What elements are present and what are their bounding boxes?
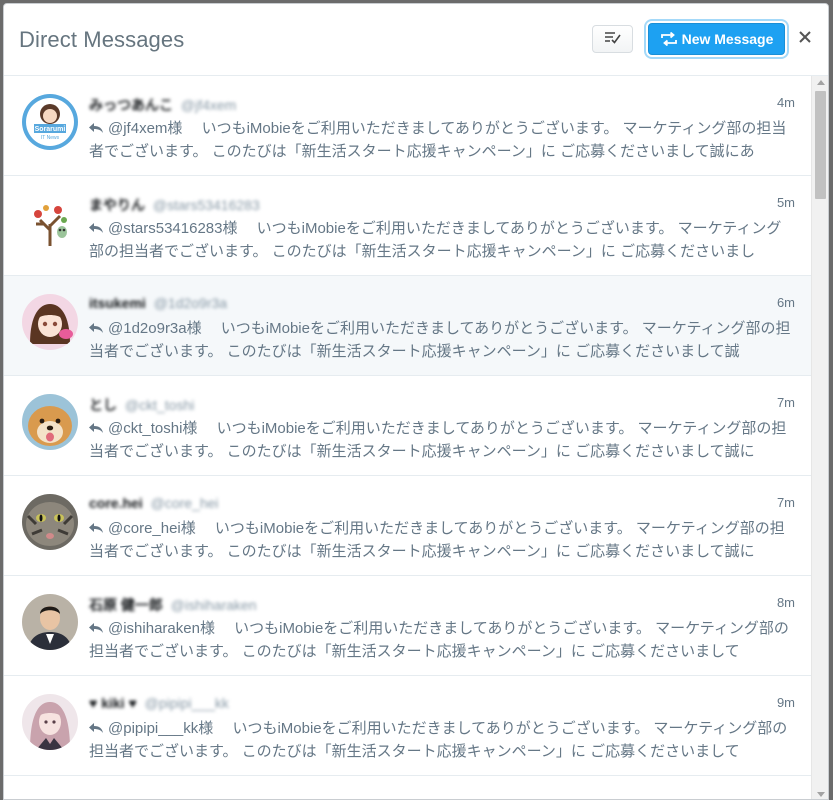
message-preview: @ishiharaken様 いつもiMobieをご利用いただきましてありがとうご… bbox=[89, 618, 795, 664]
scroll-down-arrow-icon[interactable] bbox=[817, 792, 825, 797]
conversation-header: 石原 健一郎 @ishiharaken bbox=[89, 595, 257, 615]
timestamp: 8m bbox=[776, 595, 795, 610]
new-message-icon bbox=[660, 32, 678, 46]
timestamp: 5m bbox=[776, 195, 795, 210]
cat-avatar[interactable] bbox=[22, 494, 78, 550]
conversation-row[interactable]: 石原 健一郎 @ishiharaken 8m @ishiharaken様 いつも… bbox=[4, 576, 811, 676]
close-icon bbox=[798, 30, 812, 49]
sender-name: とし bbox=[89, 397, 117, 413]
timestamp: 7m bbox=[776, 495, 795, 510]
sender-name: 石原 健一郎 bbox=[89, 597, 163, 613]
conversation-row[interactable]: itsukemi @1d2o9r3a 6m @1d2o9r3a様 いつもiMob… bbox=[4, 276, 811, 376]
sender-handle: @1d2o9r3a bbox=[153, 295, 228, 311]
conversation-header: まやりん @stars53416283 bbox=[89, 195, 260, 215]
sender-name: itsukemi bbox=[89, 295, 146, 311]
sender-name: ♥ kiki ♥ bbox=[89, 695, 137, 711]
conversation-header: ♥ kiki ♥ @pipipi___kk bbox=[89, 695, 229, 711]
sender-handle: @jf4xem bbox=[180, 97, 237, 113]
reply-icon bbox=[89, 319, 104, 341]
conversation-row[interactable]: Sorarumi IT News みっつあんこ @jf4xem 4m @jf4x… bbox=[4, 76, 811, 176]
reply-icon bbox=[89, 219, 104, 241]
scroll-up-arrow-icon[interactable] bbox=[817, 80, 825, 85]
message-preview-text: @ckt_toshi様 いつもiMobieをご利用いただきましてありがとうござい… bbox=[89, 420, 787, 460]
message-preview: @pipipi___kk様 いつもiMobieをご利用いただきましてありがとうご… bbox=[89, 718, 795, 764]
timestamp: 9m bbox=[776, 695, 795, 710]
vertical-scrollbar[interactable] bbox=[811, 76, 828, 799]
svg-text:Sorarumi: Sorarumi bbox=[35, 126, 66, 133]
sender-name: core.hei bbox=[89, 495, 143, 511]
man-portrait-avatar[interactable] bbox=[22, 594, 78, 650]
conversation-header: core.hei @core_hei bbox=[89, 495, 219, 511]
reply-icon bbox=[89, 519, 104, 541]
svg-text:IT News: IT News bbox=[41, 135, 60, 141]
sender-handle: @pipipi___kk bbox=[144, 695, 229, 711]
timestamp: 4m bbox=[776, 95, 795, 110]
mark-all-read-button[interactable] bbox=[592, 25, 633, 53]
conversation-row[interactable]: ♥ kiki ♥ @pipipi___kk 9m @pipipi___kk様 い… bbox=[4, 676, 811, 776]
message-preview: @1d2o9r3a様 いつもiMobieをご利用いただきましてありがとうございま… bbox=[89, 318, 795, 364]
conversation-row[interactable]: core.hei @core_hei 7m @core_hei様 いつもiMob… bbox=[4, 476, 811, 576]
close-button[interactable] bbox=[796, 28, 814, 50]
reply-icon bbox=[89, 419, 104, 441]
reply-icon bbox=[89, 119, 104, 141]
timestamp: 6m bbox=[776, 295, 795, 310]
message-preview: @ckt_toshi様 いつもiMobieをご利用いただきましてありがとうござい… bbox=[89, 418, 795, 464]
anime-girl-avatar[interactable] bbox=[22, 294, 78, 350]
message-preview: @stars53416283様 いつもiMobieをご利用いただきましてありがと… bbox=[89, 218, 795, 264]
message-preview: @jf4xem様 いつもiMobieをご利用いただきましてありがとうございます。… bbox=[89, 118, 795, 164]
sender-handle: @ishiharaken bbox=[170, 597, 257, 613]
message-preview-text: @ishiharaken様 いつもiMobieをご利用いただきましてありがとうご… bbox=[89, 620, 789, 660]
message-preview-text: @1d2o9r3a様 いつもiMobieをご利用いただきましてありがとうございま… bbox=[89, 320, 791, 360]
conversation-header: itsukemi @1d2o9r3a bbox=[89, 295, 227, 311]
girl-portrait-avatar[interactable] bbox=[22, 694, 78, 750]
timestamp: 7m bbox=[776, 395, 795, 410]
sender-name: まやりん bbox=[89, 197, 145, 213]
new-message-button[interactable]: New Message bbox=[648, 23, 785, 55]
tree-owl-avatar[interactable] bbox=[22, 194, 78, 250]
sender-handle: @stars53416283 bbox=[152, 197, 260, 213]
conversation-row[interactable]: とし @ckt_toshi 7m @ckt_toshi様 いつもiMobieをご… bbox=[4, 376, 811, 476]
conversation-header: とし @ckt_toshi bbox=[89, 395, 194, 415]
reply-icon bbox=[89, 719, 104, 741]
shiba-dog-avatar[interactable] bbox=[22, 394, 78, 450]
message-preview-text: @pipipi___kk様 いつもiMobieをご利用いただきましてありがとうご… bbox=[89, 720, 788, 760]
message-preview-text: @stars53416283様 いつもiMobieをご利用いただきましてありがと… bbox=[89, 220, 782, 260]
modal-title: Direct Messages bbox=[19, 27, 185, 52]
conversation-row[interactable]: まやりん @stars53416283 5m @stars53416283様 い… bbox=[4, 176, 811, 276]
sender-handle: @core_hei bbox=[150, 495, 219, 511]
scroll-thumb[interactable] bbox=[815, 91, 826, 199]
conversation-header: みっつあんこ @jf4xem bbox=[89, 95, 236, 115]
conversation-list: Sorarumi IT News みっつあんこ @jf4xem 4m @jf4x… bbox=[4, 76, 811, 799]
sender-name: みっつあんこ bbox=[89, 97, 173, 113]
message-preview: @core_hei様 いつもiMobieをご利用いただきましてありがとうございま… bbox=[89, 518, 795, 564]
mark-all-read-icon bbox=[604, 30, 622, 49]
sorarumi-news-avatar[interactable]: Sorarumi IT News bbox=[22, 94, 78, 150]
reply-icon bbox=[89, 619, 104, 641]
modal-header: Direct Messages New Message bbox=[4, 4, 828, 76]
message-preview-text: @jf4xem様 いつもiMobieをご利用いただきましてありがとうございます。… bbox=[89, 120, 787, 160]
sender-handle: @ckt_toshi bbox=[124, 397, 195, 413]
message-preview-text: @core_hei様 いつもiMobieをご利用いただきましてありがとうございま… bbox=[89, 520, 785, 560]
new-message-label: New Message bbox=[681, 31, 774, 47]
direct-messages-modal: Direct Messages New Message Sorarumi IT … bbox=[3, 3, 829, 800]
